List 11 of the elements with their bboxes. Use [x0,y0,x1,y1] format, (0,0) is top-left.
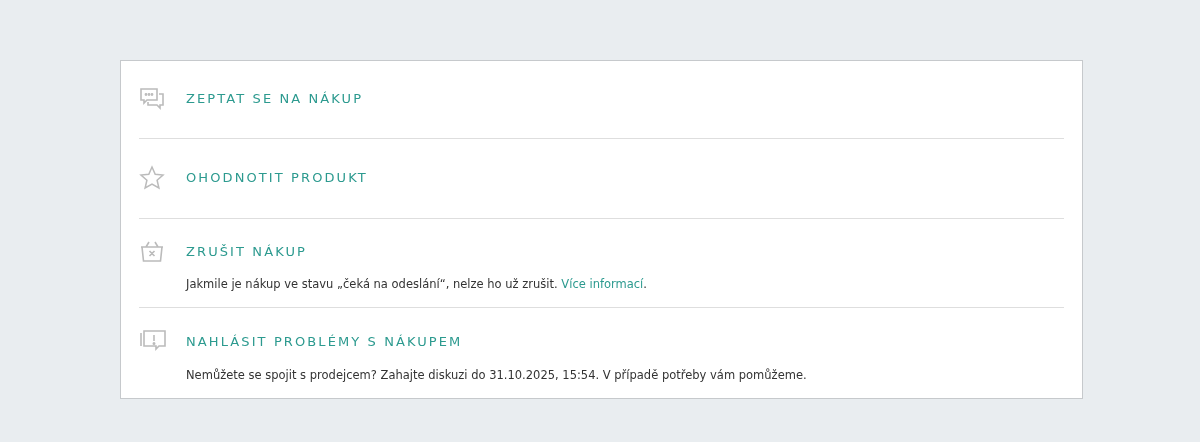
basket-icon [139,241,165,263]
description-text: Jakmile je nákup ve stavu „čeká na odeslání“, nelze ho už zrušit. Více informací. [186,277,648,291]
action-link[interactable]: NAHLÁSIT PROBLÉMY S NÁKUPEM [186,334,1064,350]
chat-icon [139,87,165,111]
star-icon [139,165,165,191]
description-text: Nemůžete se spojit s prodejcem? Zahajte diskuzi do 31.10.2025, 15:54. V případě potřeby vám pomůžeme. [186,368,808,382]
action-link[interactable]: ZEPTAT SE NA NÁKUP [186,91,1064,107]
warning-message-icon [139,330,167,354]
action-link[interactable]: OHODNOTIT PRODUKT [186,170,1064,186]
action-link[interactable]: ZRUŠIT NÁKUP [186,244,1064,260]
more-info-link[interactable]: Více informací [561,277,644,291]
